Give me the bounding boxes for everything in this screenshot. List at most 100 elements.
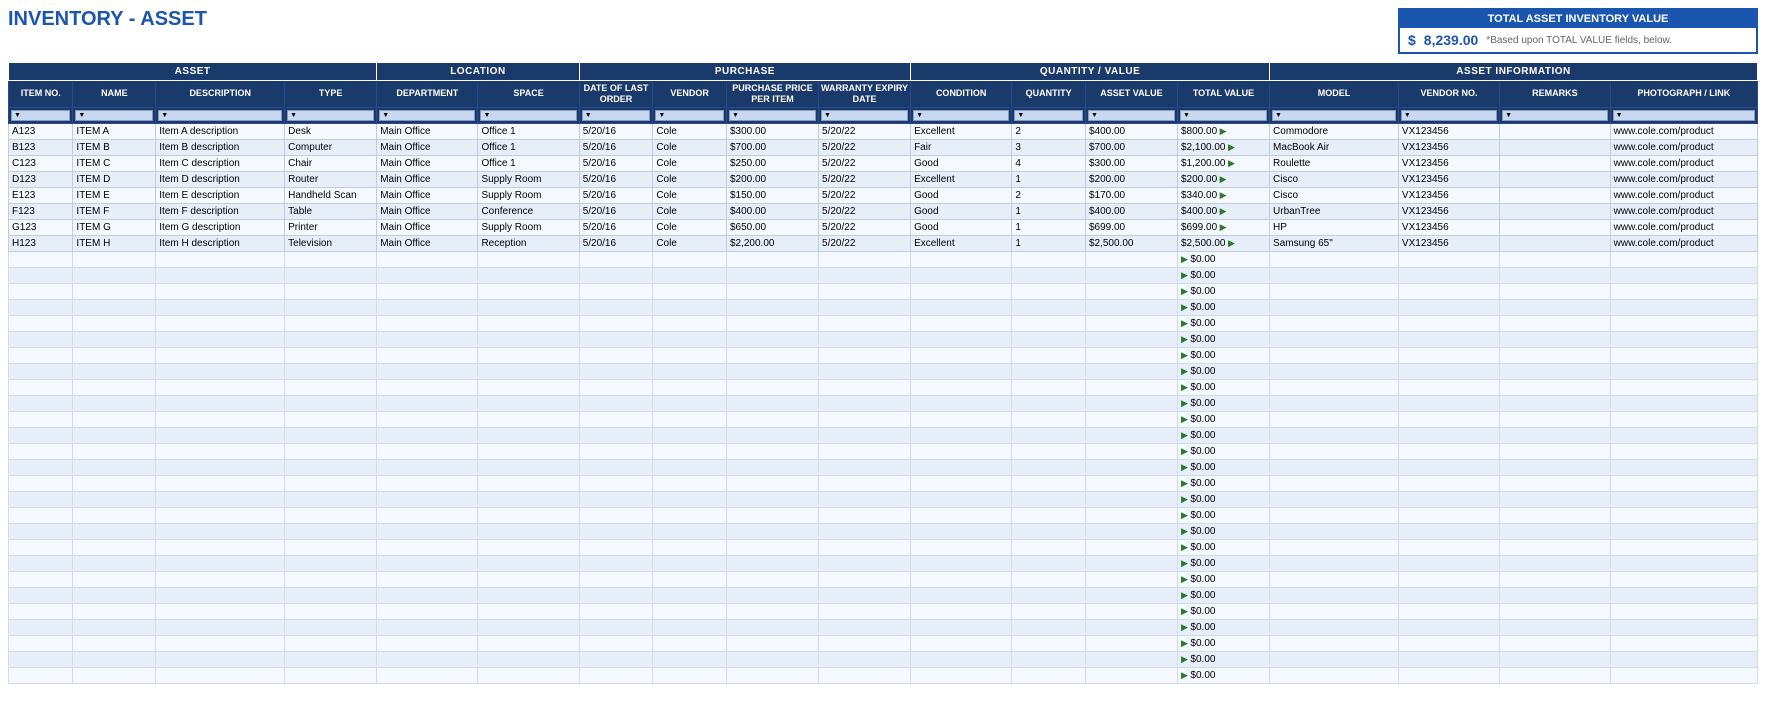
empty-cell: [377, 555, 478, 571]
table-cell: A123: [9, 123, 73, 139]
empty-cell: ▶ $0.00: [1178, 299, 1270, 315]
empty-cell: [9, 331, 73, 347]
table-cell: www.cole.com/product: [1610, 219, 1757, 235]
filter-btn-dept[interactable]: [379, 110, 475, 121]
filter-row: [9, 107, 1758, 123]
table-cell: $300.00: [726, 123, 818, 139]
empty-cell: [285, 491, 377, 507]
table-cell: Item G description: [156, 219, 285, 235]
empty-cell: [1012, 411, 1086, 427]
empty-cell: [1398, 427, 1499, 443]
table-cell: $200.00 ▶: [1178, 171, 1270, 187]
empty-cell: [1610, 667, 1757, 683]
empty-cell: [1085, 635, 1177, 651]
empty-cell: [285, 587, 377, 603]
filter-btn-vendor[interactable]: [655, 110, 724, 121]
filter-model[interactable]: [1270, 107, 1399, 123]
empty-cell: [911, 539, 1012, 555]
empty-cell: [1270, 491, 1399, 507]
empty-cell: [1500, 299, 1610, 315]
filter-dateorder[interactable]: [579, 107, 653, 123]
filter-btn-photo[interactable]: [1613, 110, 1755, 121]
empty-cell: [819, 587, 911, 603]
filter-itemno[interactable]: [9, 107, 73, 123]
empty-cell: [285, 251, 377, 267]
filter-vendor[interactable]: [653, 107, 727, 123]
empty-cell: [579, 251, 653, 267]
empty-row: ▶ $0.00: [9, 571, 1758, 587]
filter-qty[interactable]: [1012, 107, 1086, 123]
filter-btn-condition[interactable]: [913, 110, 1009, 121]
filter-btn-dateorder[interactable]: [582, 110, 651, 121]
empty-row: ▶ $0.00: [9, 315, 1758, 331]
filter-dept[interactable]: [377, 107, 478, 123]
filter-btn-remarks[interactable]: [1502, 110, 1607, 121]
empty-cell: [156, 363, 285, 379]
filter-vendorno[interactable]: [1398, 107, 1499, 123]
filter-name[interactable]: [73, 107, 156, 123]
empty-cell: [285, 635, 377, 651]
empty-cell: [478, 667, 579, 683]
empty-cell: [1270, 379, 1399, 395]
filter-warranty[interactable]: [819, 107, 911, 123]
table-cell: ITEM F: [73, 203, 156, 219]
filter-btn-qty[interactable]: [1014, 110, 1083, 121]
empty-cell: [1270, 555, 1399, 571]
empty-cell: [377, 635, 478, 651]
filter-btn-itemno[interactable]: [11, 110, 70, 121]
col-remarks: REMARKS: [1500, 81, 1610, 108]
filter-btn-space[interactable]: [480, 110, 576, 121]
table-cell: 5/20/16: [579, 235, 653, 251]
empty-cell: [285, 267, 377, 283]
empty-cell: [911, 459, 1012, 475]
filter-btn-name[interactable]: [75, 110, 153, 121]
empty-cell: [1012, 635, 1086, 651]
filter-btn-model[interactable]: [1272, 110, 1396, 121]
table-cell: Cole: [653, 155, 727, 171]
empty-cell: [285, 395, 377, 411]
empty-cell: [9, 299, 73, 315]
table-body: A123ITEM AItem A descriptionDeskMain Off…: [9, 123, 1758, 683]
inventory-table: ASSET LOCATION PURCHASE QUANTITY / VALUE…: [8, 62, 1758, 684]
empty-cell: [911, 347, 1012, 363]
empty-cell: [1085, 667, 1177, 683]
empty-cell: [819, 667, 911, 683]
empty-cell: [478, 491, 579, 507]
filter-remarks[interactable]: [1500, 107, 1610, 123]
empty-cell: [478, 251, 579, 267]
green-arrow-icon: ▶: [1181, 350, 1190, 360]
filter-btn-assetval[interactable]: [1088, 110, 1175, 121]
filter-assetval[interactable]: [1085, 107, 1177, 123]
empty-cell: [285, 347, 377, 363]
empty-cell: [819, 507, 911, 523]
table-cell: Excellent: [911, 123, 1012, 139]
empty-cell: [819, 299, 911, 315]
table-cell: Supply Room: [478, 219, 579, 235]
filter-btn-warranty[interactable]: [821, 110, 908, 121]
filter-btn-type[interactable]: [287, 110, 374, 121]
filter-photo[interactable]: [1610, 107, 1757, 123]
filter-btn-totalval[interactable]: [1180, 110, 1267, 121]
empty-cell: [1085, 395, 1177, 411]
filter-btn-desc[interactable]: [158, 110, 282, 121]
empty-cell: [911, 491, 1012, 507]
empty-cell: [911, 651, 1012, 667]
filter-btn-vendorno[interactable]: [1401, 110, 1497, 121]
empty-cell: [911, 443, 1012, 459]
table-cell: [1500, 123, 1610, 139]
table-cell: Item A description: [156, 123, 285, 139]
table-cell: VX123456: [1398, 203, 1499, 219]
filter-space[interactable]: [478, 107, 579, 123]
filter-desc[interactable]: [156, 107, 285, 123]
empty-cell: [726, 251, 818, 267]
empty-cell: [579, 443, 653, 459]
filter-condition[interactable]: [911, 107, 1012, 123]
table-cell: Main Office: [377, 155, 478, 171]
empty-row: ▶ $0.00: [9, 491, 1758, 507]
filter-totalval[interactable]: [1178, 107, 1270, 123]
table-row: H123ITEM HItem H descriptionTelevisionMa…: [9, 235, 1758, 251]
filter-price[interactable]: [726, 107, 818, 123]
empty-cell: [911, 555, 1012, 571]
filter-type[interactable]: [285, 107, 377, 123]
filter-btn-price[interactable]: [729, 110, 816, 121]
